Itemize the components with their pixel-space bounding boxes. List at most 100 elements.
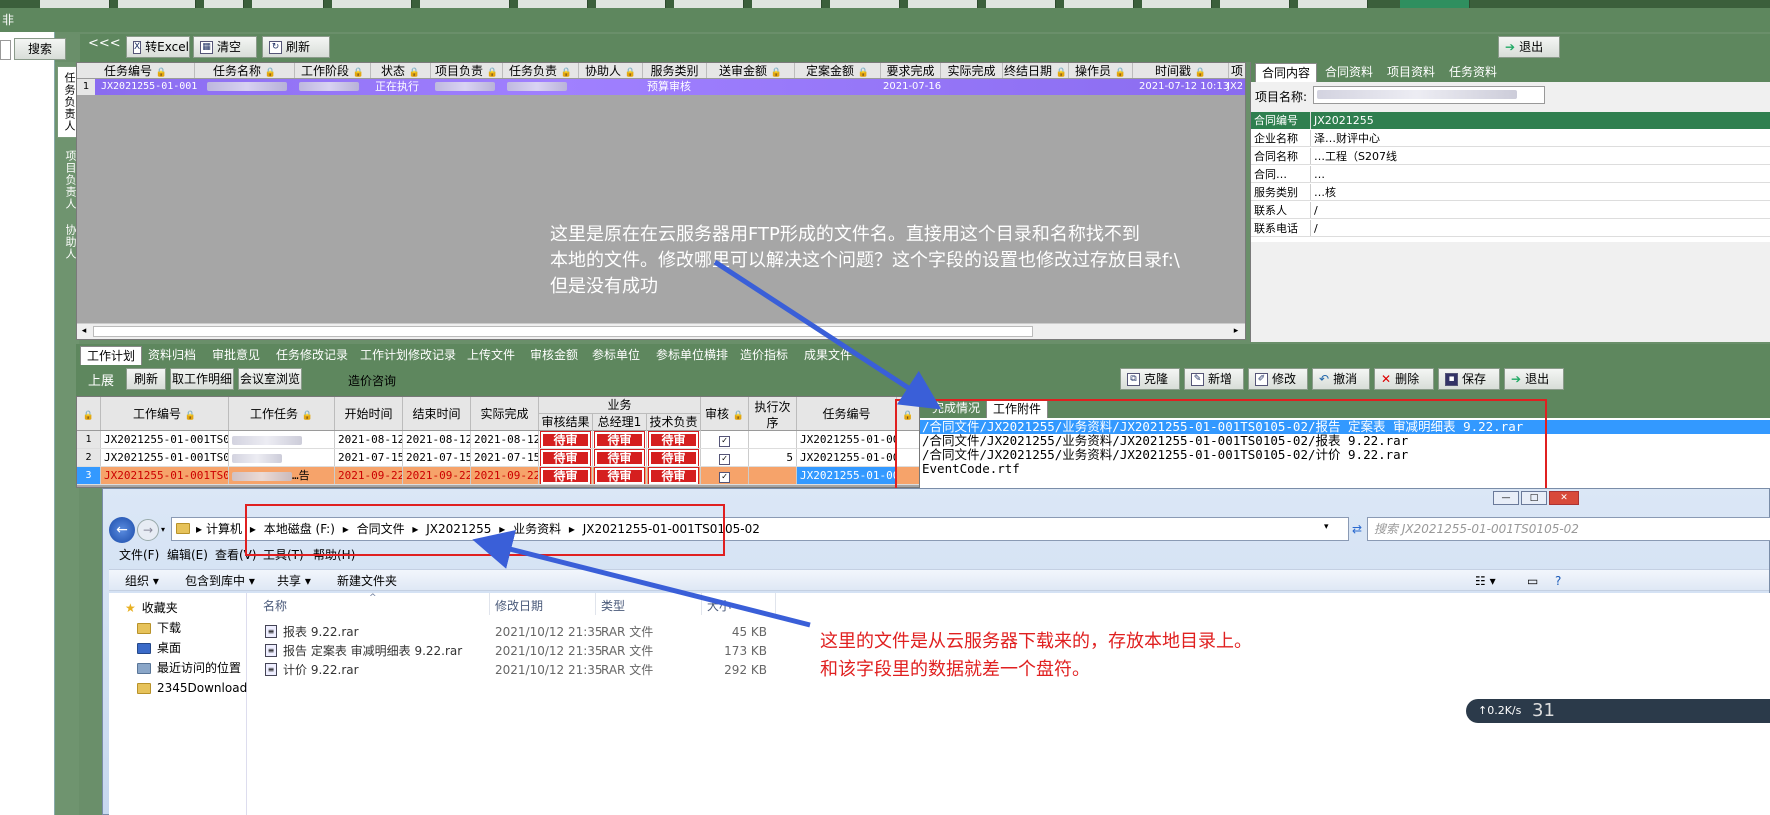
maximize-icon[interactable]: □ xyxy=(1521,491,1547,505)
tab-cost-index[interactable]: 造价指标 xyxy=(734,346,794,365)
col-header[interactable]: 项 xyxy=(1229,63,1245,78)
pending-badge[interactable]: 待审 xyxy=(594,431,645,448)
top-menu-button[interactable] xyxy=(908,0,978,8)
scroll-thumb[interactable] xyxy=(93,326,1033,337)
top-menu-button[interactable] xyxy=(1298,0,1368,8)
horizontal-scrollbar[interactable]: ◂ ▸ xyxy=(77,323,1245,339)
column-name[interactable]: 名称 xyxy=(263,597,287,615)
tab-results[interactable]: 成果文件 xyxy=(798,346,858,365)
col-header[interactable]: 工作任务 🔒 xyxy=(229,397,335,430)
collapse-button[interactable]: <<< xyxy=(88,36,121,51)
table-row-selected[interactable]: 3 JX2021255-01-001TS010 …告 2021-09-22 20… xyxy=(77,467,919,485)
field-row[interactable]: 合同… … xyxy=(1251,166,1770,183)
table-row[interactable]: 1 JX2021255-01-001TS010 2021-08-12 2021-… xyxy=(77,431,919,449)
col-header[interactable]: 任务编号 xyxy=(797,397,897,430)
sidebar-desktop[interactable]: 桌面 xyxy=(137,639,181,657)
edit-button[interactable]: ✐ 修改 xyxy=(1248,368,1308,390)
refresh-arrows-icon[interactable]: ⇄ xyxy=(1349,517,1365,541)
col-header[interactable]: 项目负责 🔒 xyxy=(431,63,503,78)
expand-up-button[interactable]: 上展 xyxy=(88,370,114,389)
get-detail-button[interactable]: 取工作明细 xyxy=(170,368,234,390)
back-arrow-icon[interactable]: ← xyxy=(109,517,135,543)
tab-task-changes[interactable]: 任务修改记录 xyxy=(270,346,354,365)
scroll-left-icon[interactable]: ◂ xyxy=(77,324,91,339)
col-header[interactable]: 任务编号 🔒 xyxy=(77,63,195,78)
top-menu-button[interactable] xyxy=(252,0,324,8)
col-header[interactable]: 任务名称 🔒 xyxy=(195,63,295,78)
col-header[interactable]: 要求完成 🔒 xyxy=(881,63,941,94)
col-header[interactable]: 审核 🔒 xyxy=(701,397,749,430)
column-date[interactable]: 修改日期 xyxy=(495,597,543,615)
share-button[interactable]: 共享 ▾ xyxy=(277,573,311,589)
tab-upload[interactable]: 上传文件 xyxy=(461,346,521,365)
export-excel-button[interactable]: X 转Excel xyxy=(126,36,190,58)
col-header[interactable]: 时间戳 🔒 xyxy=(1133,63,1229,78)
col-header[interactable]: 工作编号 🔒 xyxy=(101,397,229,430)
tab-approval[interactable]: 审批意见 xyxy=(206,346,266,365)
column-type[interactable]: 类型 xyxy=(601,597,625,615)
pending-badge[interactable]: 待审 xyxy=(648,467,699,484)
tab-archive[interactable]: 资料归档 xyxy=(142,346,202,365)
tab-project-docs[interactable]: 项目资料 xyxy=(1381,63,1441,82)
network-speed-widget[interactable]: ↑0.2K/s 31 xyxy=(1466,699,1770,723)
pending-badge[interactable]: 待审 xyxy=(648,449,699,466)
col-header[interactable]: 送审金额 🔒 xyxy=(707,63,795,78)
save-button[interactable]: ▪ 保存 xyxy=(1438,368,1500,390)
close-icon[interactable]: ✕ xyxy=(1549,491,1579,505)
top-menu-button[interactable] xyxy=(674,0,744,8)
pending-badge[interactable]: 待审 xyxy=(594,449,645,466)
review-checkbox[interactable]: ✓ xyxy=(719,472,730,483)
pending-badge[interactable]: 待审 xyxy=(540,467,591,484)
tab-contract-docs[interactable]: 合同资料 xyxy=(1319,63,1379,82)
exit-button-work[interactable]: ➔ 退出 xyxy=(1504,368,1564,390)
view-options-icon[interactable]: ☷ ▾ xyxy=(1475,573,1496,589)
include-library-button[interactable]: 包含到库中 ▾ xyxy=(185,573,255,589)
col-header[interactable]: 实际完成 xyxy=(471,397,539,430)
file-row[interactable]: ≡ 计价 9.22.rar 2021/10/12 21:35 RAR 文件 29… xyxy=(247,661,787,679)
top-menu-button[interactable] xyxy=(830,0,900,8)
help-icon[interactable]: ? xyxy=(1555,573,1561,589)
col-header[interactable]: 技术负责 xyxy=(647,414,701,431)
vtab-task-owner[interactable]: 任务负责人 xyxy=(57,66,77,138)
delete-button[interactable]: ✕ 删除 xyxy=(1374,368,1434,390)
top-menu-button[interactable] xyxy=(1064,0,1134,8)
col-header[interactable]: 服务类别 🔒 xyxy=(643,63,707,94)
column-size[interactable]: 大小 xyxy=(707,597,731,615)
col-header[interactable]: 任务负责 🔒 xyxy=(503,63,579,78)
field-row[interactable]: 服务类别 …核 xyxy=(1251,184,1770,201)
history-dropdown-icon[interactable]: ▾ xyxy=(161,525,165,534)
top-menu-button[interactable] xyxy=(118,0,196,8)
col-header[interactable]: 操作员 🔒 xyxy=(1069,63,1133,78)
sidebar-recent[interactable]: 最近访问的位置 xyxy=(137,659,241,677)
col-header[interactable]: 状态 🔒 xyxy=(371,63,431,78)
review-checkbox[interactable]: ✓ xyxy=(719,436,730,447)
file-row[interactable]: ≡ 报告 定案表 审减明细表 9.22.rar 2021/10/12 21:35… xyxy=(247,642,787,660)
top-menu-button[interactable] xyxy=(1142,0,1212,8)
address-dropdown-icon[interactable]: ▾ xyxy=(1324,522,1329,532)
field-row[interactable]: 合同名称 …工程（S207线 xyxy=(1251,148,1770,165)
col-header[interactable]: 终结日期 🔒 xyxy=(1003,63,1069,78)
scroll-right-icon[interactable]: ▸ xyxy=(1229,324,1243,339)
field-row[interactable]: 联系电话 / xyxy=(1251,220,1770,237)
pending-badge[interactable]: 待审 xyxy=(648,431,699,448)
col-header[interactable]: 总经理1 xyxy=(593,414,647,431)
explorer-search-input[interactable]: 搜索 JX2021255-01-001TS0105-02 xyxy=(1367,517,1770,541)
tab-task-docs[interactable]: 任务资料 xyxy=(1443,63,1503,82)
pending-badge[interactable]: 待审 xyxy=(540,449,591,466)
preview-pane-icon[interactable]: ▭ xyxy=(1527,573,1538,589)
col-header[interactable]: 定案金额 🔒 xyxy=(795,63,881,78)
table-row[interactable]: 2 JX2021255-01-001TS0 2021-07-15 2021-07… xyxy=(77,449,919,467)
add-button[interactable]: ✎ 新增 xyxy=(1184,368,1244,390)
field-row[interactable]: 企业名称 泽…财评中心 xyxy=(1251,130,1770,147)
top-menu-button[interactable] xyxy=(752,0,822,8)
col-header[interactable]: 审核结果 xyxy=(539,414,593,431)
sidebar-downloads[interactable]: 下载 xyxy=(137,619,181,637)
field-row[interactable]: 联系人 / xyxy=(1251,202,1770,219)
refresh-button[interactable]: ↻ 刷新 xyxy=(262,36,330,58)
tab-contract-content[interactable]: 合同内容 xyxy=(1255,63,1318,82)
col-header[interactable]: 结束时间 xyxy=(403,397,471,430)
sidebar-favorites[interactable]: ★ 收藏夹 xyxy=(125,599,178,617)
breadcrumb-item[interactable]: 计算机 xyxy=(206,518,242,540)
forward-arrow-icon[interactable]: → xyxy=(137,519,159,541)
top-menu-button[interactable] xyxy=(40,0,110,8)
